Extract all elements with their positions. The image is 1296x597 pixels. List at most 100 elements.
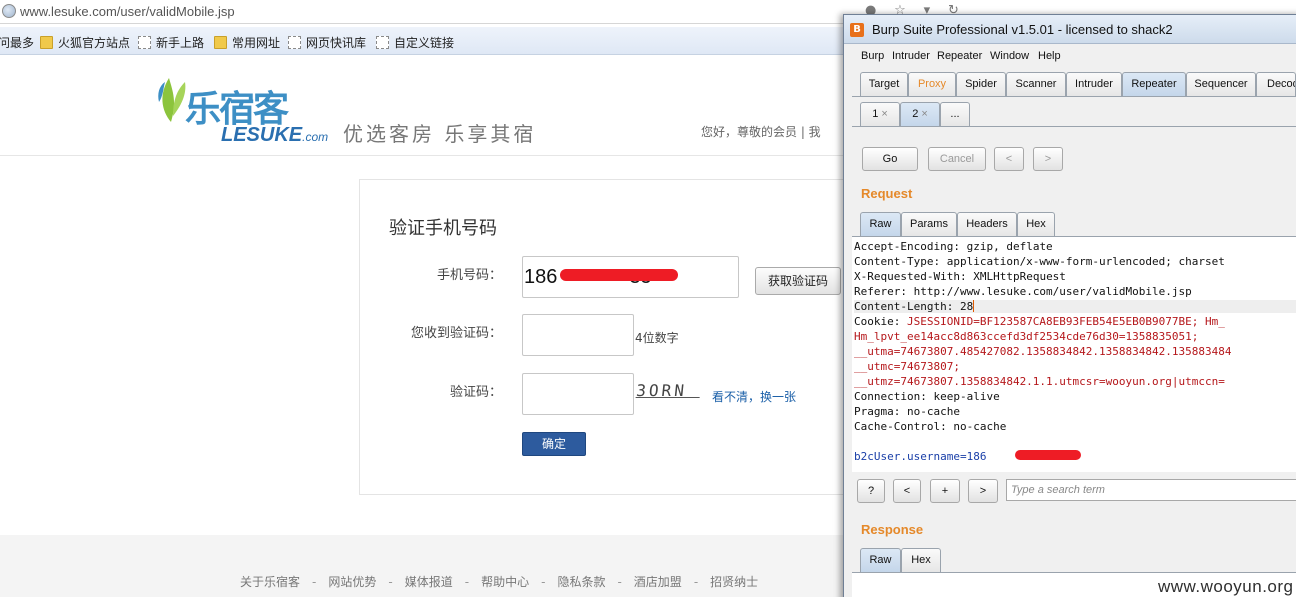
bookmark-item[interactable]: 新手上路 [138,34,204,51]
response-heading: Response [861,522,924,537]
request-line: Pragma: no-cache [854,405,960,418]
help-button[interactable]: ? [857,479,885,503]
bookmark-item[interactable]: 常用网址 [214,34,280,51]
footer-link[interactable]: 关于乐宿客 [240,575,300,589]
tab-intruder[interactable]: Intruder [1066,72,1122,96]
sms-code-input[interactable] [522,314,634,356]
repeater-tab-1[interactable]: 1 × [860,102,900,126]
go-button[interactable]: Go [862,147,918,171]
history-forward-button[interactable]: > [1033,147,1063,171]
burp-title-bar[interactable]: B Burp Suite Professional v1.5.01 - lice… [844,15,1296,44]
request-tab-params[interactable]: Params [901,212,957,236]
response-tab-raw[interactable]: Raw [860,548,901,572]
cancel-button[interactable]: Cancel [928,147,986,171]
footer-links: 关于乐宿客 - 网站优势 - 媒体报道 - 帮助中心 - 隐私条款 - 酒店加盟 - 招贤纳士 [240,573,758,590]
request-line: Cache-Control: no-cache [854,420,1007,433]
menu-burp[interactable]: Burp [861,50,884,62]
logo-english: LESUKE.com [221,124,329,146]
request-line: Connection: keep-alive [854,390,1000,403]
menu-help[interactable]: Help [1038,50,1061,62]
menu-intruder[interactable]: Intruder [892,50,930,62]
history-back-button[interactable]: < [994,147,1024,171]
leaf-logo-icon [158,78,186,122]
footer-link[interactable]: 媒体报道 [405,575,453,589]
footer-link[interactable]: 酒店加盟 [634,575,682,589]
request-heading: Request [861,186,913,201]
text-caret [973,300,975,312]
tab-decoder[interactable]: Decoder [1256,72,1296,96]
repeater-tab-new[interactable]: ... [940,102,970,126]
close-icon[interactable]: × [881,108,887,120]
page-icon [288,36,301,49]
sms-code-hint: 4位数字 [635,331,679,345]
bookmark-item[interactable]: 问最多 [0,34,34,51]
site-slogan: 优选客房 乐享其宿 [343,122,537,146]
burp-menu-bar: Burp Intruder Repeater Window Help [844,47,1296,67]
burp-app-icon: B [850,23,864,37]
site-header: 乐宿客 LESUKE.com 优选客房 乐享其宿 您好，尊敬的会员 | 我 [0,56,850,156]
page-icon [138,36,151,49]
tab-sequencer[interactable]: Sequencer [1186,72,1256,96]
folder-icon [40,36,53,49]
globe-icon [2,4,16,18]
footer-link[interactable]: 隐私条款 [557,575,605,589]
response-tab-hex[interactable]: Hex [901,548,941,572]
footer-link[interactable]: 帮助中心 [481,575,529,589]
captcha-image[interactable]: 3ORN [635,381,704,407]
screen: www.lesuke.com/user/validMobile.jsp ● ☆ … [0,0,1296,597]
request-line: Cookie: JSESSIONID=BF123587CA8EB93FEB54E… [854,315,1225,328]
footer-separator: - [464,575,470,589]
request-line: Referer: http://www.lesuke.com/user/vali… [854,285,1192,298]
footer-separator: - [388,575,393,589]
footer-separator: - [693,575,699,589]
captcha-refresh-link[interactable]: 看不清，换一张 [712,388,796,405]
footer-link[interactable]: 招贤纳士 [710,575,758,589]
search-add-button[interactable]: + [930,479,960,503]
request-line: Hm_lpvt_ee14acc8d863ccefd3df2534cde76d30… [854,330,1199,343]
request-line: X-Requested-With: XMLHttpRequest [854,270,1066,283]
menu-window[interactable]: Window [990,50,1029,62]
bookmark-item[interactable]: 网页快讯库 [288,34,366,51]
bookmark-item[interactable]: 自定义链接 [376,34,454,51]
confirm-button[interactable]: 确定 [522,432,586,456]
folder-icon [214,36,227,49]
subtab-divider [852,126,1296,127]
request-line: Accept-Encoding: gzip, deflate [854,240,1053,253]
request-line: __utma=74673807.485427082.1358834842.135… [854,345,1232,358]
footer-link[interactable]: 网站优势 [328,575,376,589]
site-logo[interactable]: 乐宿客 LESUKE.com [155,68,329,146]
page-title: 验证手机号码 [389,218,497,239]
menu-repeater[interactable]: Repeater [937,50,982,62]
tab-spider[interactable]: Spider [956,72,1006,96]
url-text[interactable]: www.lesuke.com/user/validMobile.jsp [20,4,235,19]
repeater-tab-2[interactable]: 2 × [900,102,940,126]
redaction-mark [1015,450,1081,460]
redaction-mark [560,269,678,281]
search-input[interactable]: Type a search term [1006,479,1296,501]
tab-target[interactable]: Target [860,72,908,96]
get-code-button[interactable]: 获取验证码 [755,267,841,295]
search-next-button[interactable]: > [968,479,998,503]
footer-separator: - [541,575,546,589]
tab-repeater[interactable]: Repeater [1122,72,1186,96]
tab-scanner[interactable]: Scanner [1006,72,1066,96]
request-line: Content-Type: application/x-www-form-url… [854,255,1225,268]
footer-separator: - [312,575,317,589]
bookmark-item[interactable]: 火狐官方站点 [40,34,130,51]
close-icon[interactable]: × [921,108,927,120]
request-editor[interactable]: Accept-Encoding: gzip, deflate Content-T… [852,236,1296,472]
page-icon [376,36,389,49]
phone-label: 手机号码： [436,268,502,283]
request-line: __utmz=74673807.1358834842.1.1.utmcsr=wo… [854,375,1225,388]
request-tab-hex[interactable]: Hex [1017,212,1055,236]
sms-code-label: 您收到验证码： [410,326,502,341]
tab-divider [852,96,1296,97]
request-tab-headers[interactable]: Headers [957,212,1017,236]
search-prev-button[interactable]: < [893,479,921,503]
site-footer: 关于乐宿客 - 网站优势 - 媒体报道 - 帮助中心 - 隐私条款 - 酒店加盟 - 招贤纳士 [0,535,850,597]
captcha-input[interactable] [522,373,634,415]
tab-proxy[interactable]: Proxy [908,72,956,96]
request-tab-raw[interactable]: Raw [860,212,901,236]
watermark: www.wooyun.org [1158,577,1294,596]
request-line-current: Content-Length: 28 [854,300,1296,313]
